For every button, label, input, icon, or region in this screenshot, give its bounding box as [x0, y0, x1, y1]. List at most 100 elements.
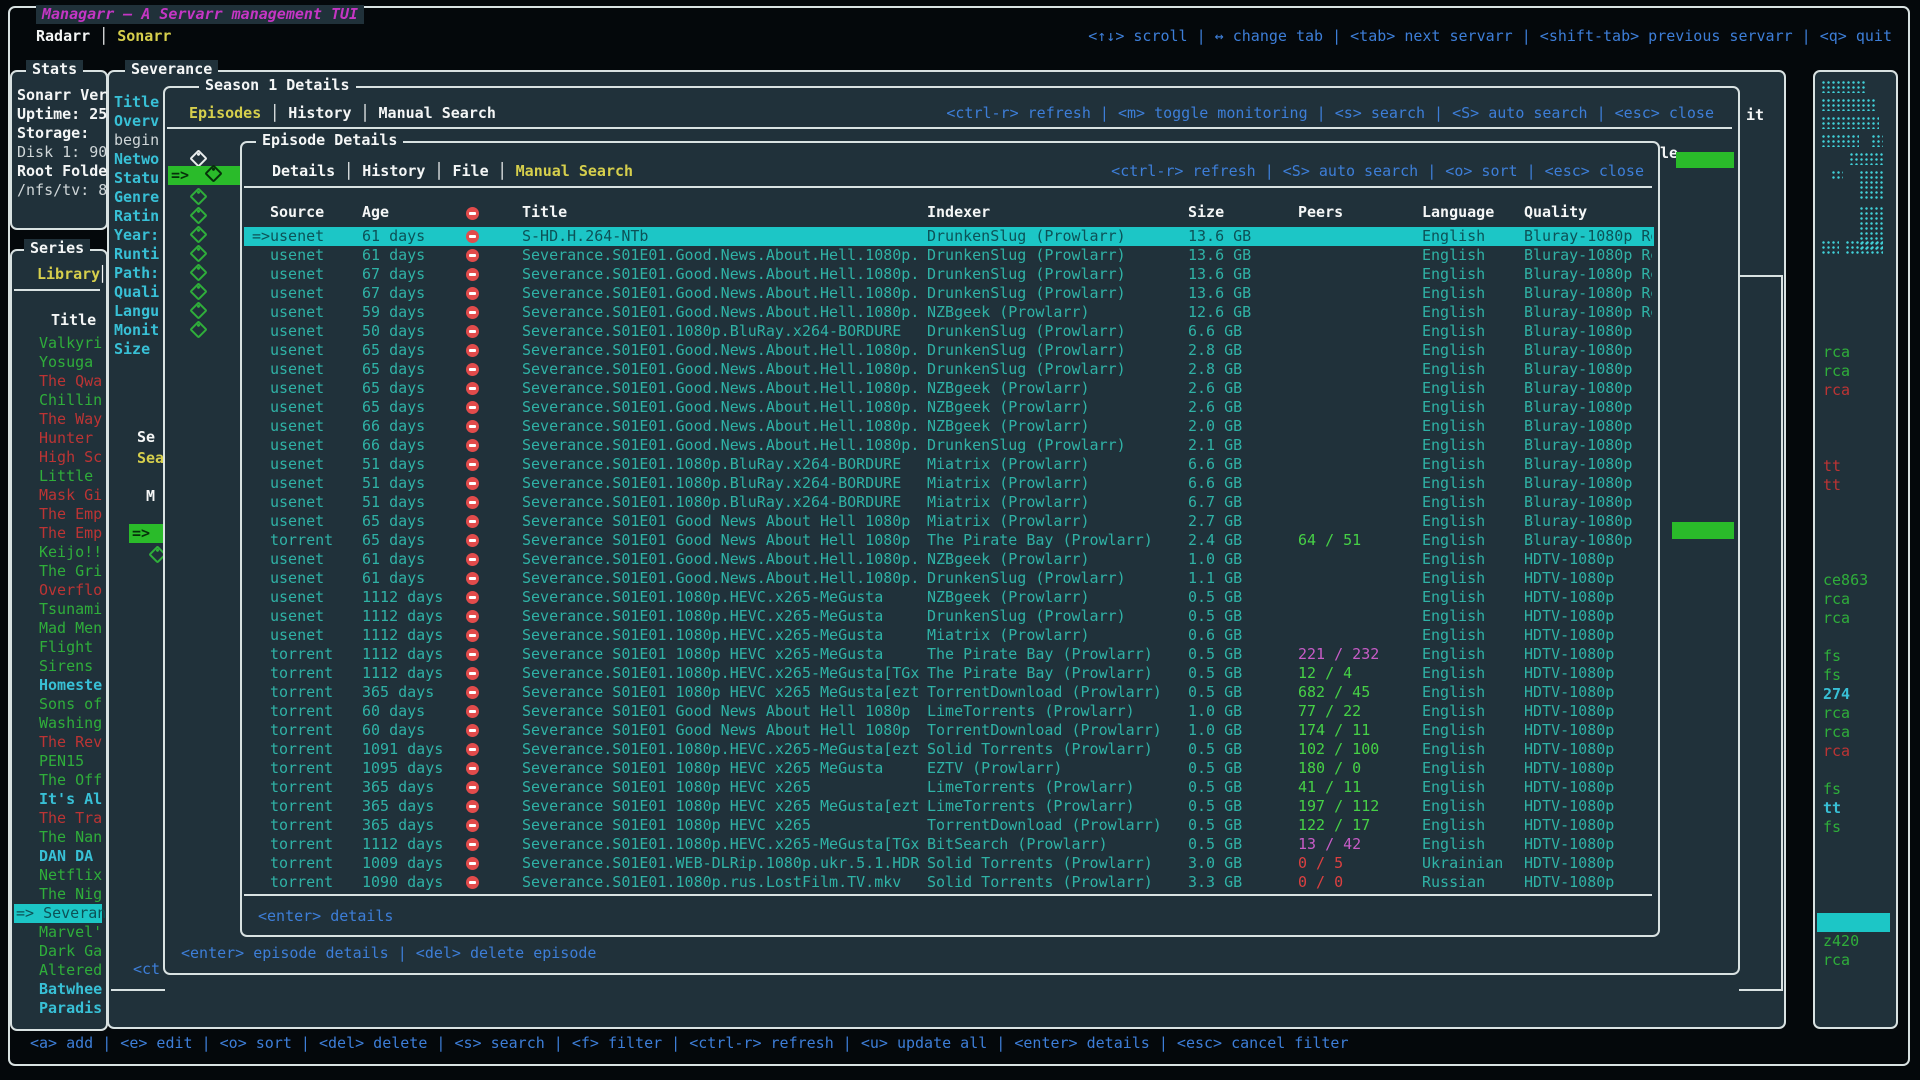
series-item[interactable]: The Way	[39, 410, 102, 429]
modal-tab-manual-search[interactable]: Manual Search	[516, 162, 633, 180]
release-row[interactable]: usenet51 daysSeverance.S01E01.1080p.BluR…	[244, 455, 1654, 474]
series-item[interactable]: Tsunami	[39, 600, 102, 619]
episode-row[interactable]	[192, 322, 205, 341]
tab-sonarr[interactable]: Sonarr	[117, 27, 171, 45]
release-row[interactable]: torrent1009 daysSeverance.S01E01.WEB-DLR…	[244, 854, 1654, 873]
release-row[interactable]: torrent65 daysSeverance S01E01 Good News…	[244, 531, 1654, 550]
release-row[interactable]: usenet67 daysSeverance.S01E01.Good.News.…	[244, 284, 1654, 303]
release-row[interactable]: torrent365 daysSeverance S01E01 1080p HE…	[244, 816, 1654, 835]
release-row[interactable]: usenet66 daysSeverance.S01E01.Good.News.…	[244, 417, 1654, 436]
release-row[interactable]: usenet61 daysSeverance.S01E01.Good.News.…	[244, 550, 1654, 569]
release-row[interactable]: torrent1090 daysSeverance.S01E01.1080p.r…	[244, 873, 1654, 892]
episode-row[interactable]	[192, 227, 205, 246]
series-item[interactable]: Dark Ga	[39, 942, 102, 961]
release-row[interactable]: usenet1112 daysSeverance.S01E01.1080p.HE…	[244, 588, 1654, 607]
series-detail-field-label: Year:	[114, 226, 164, 245]
series-item[interactable]: Chillin	[39, 391, 102, 410]
series-item[interactable]: Valkyri	[39, 334, 102, 353]
season-tab-episodes[interactable]: Episodes	[189, 104, 261, 122]
series-item[interactable]: Washing	[39, 714, 102, 733]
series-item[interactable]: Sirens	[39, 657, 93, 676]
rejected-icon	[466, 743, 479, 756]
release-row[interactable]: torrent365 daysSeverance S01E01 1080p HE…	[244, 797, 1654, 816]
release-row[interactable]: usenet67 daysSeverance.S01E01.Good.News.…	[244, 265, 1654, 284]
modal-tab-history[interactable]: History	[362, 162, 425, 180]
rejected-icon	[466, 819, 479, 832]
release-row[interactable]: usenet65 daysSeverance.S01E01.Good.News.…	[244, 379, 1654, 398]
series-item[interactable]: PEN15	[39, 752, 84, 771]
series-item[interactable]: Flight	[39, 638, 93, 657]
episode-row[interactable]	[192, 208, 205, 227]
series-item[interactable]: The Gri	[39, 562, 102, 581]
series-item[interactable]: High Sc	[39, 448, 102, 467]
release-language: English	[1422, 227, 1485, 246]
release-title: Severance S01E01 1080p HEVC x265 MeGusta	[522, 759, 920, 778]
series-item[interactable]: Marvel'	[39, 923, 102, 942]
episode-row[interactable]	[192, 284, 205, 303]
release-row[interactable]: usenet65 daysSeverance.S01E01.Good.News.…	[244, 398, 1654, 417]
release-title: Severance.S01E01.1080p.BluRay.x264-BORDU…	[522, 322, 920, 341]
season-tab-manual-search[interactable]: Manual Search	[379, 104, 496, 122]
series-item[interactable]: The Off	[39, 771, 102, 790]
release-row[interactable]: torrent1112 daysSeverance S01E01 1080p H…	[244, 645, 1654, 664]
series-item[interactable]: The Nig	[39, 885, 102, 904]
release-row[interactable]: torrent60 daysSeverance S01E01 Good News…	[244, 721, 1654, 740]
series-item[interactable]: The Emp	[39, 524, 102, 543]
episode-row-selected[interactable]: =>	[168, 166, 241, 185]
series-item[interactable]: Overflo	[39, 581, 102, 600]
release-row[interactable]: usenet65 daysSeverance.S01E01.Good.News.…	[244, 360, 1654, 379]
series-item[interactable]: Keijo!!	[39, 543, 102, 562]
release-row[interactable]: usenet61 daysSeverance.S01E01.Good.News.…	[244, 569, 1654, 588]
modal-tab-details[interactable]: Details	[272, 162, 335, 180]
release-row[interactable]: usenet1112 daysSeverance.S01E01.1080p.HE…	[244, 607, 1654, 626]
series-item[interactable]: Mad Men	[39, 619, 102, 638]
series-item[interactable]: The Nan	[39, 828, 102, 847]
release-row[interactable]: torrent365 daysSeverance S01E01 1080p HE…	[244, 683, 1654, 702]
release-row[interactable]: torrent1095 daysSeverance S01E01 1080p H…	[244, 759, 1654, 778]
release-row[interactable]: torrent1112 daysSeverance.S01E01.1080p.H…	[244, 664, 1654, 683]
release-row[interactable]: torrent1112 daysSeverance.S01E01.1080p.H…	[244, 835, 1654, 854]
series-item[interactable]: Homeste	[39, 676, 102, 695]
rejected-icon	[466, 800, 479, 813]
series-item[interactable]: The Rev	[39, 733, 102, 752]
tab-library[interactable]: Library	[37, 265, 100, 284]
release-indexer: Miatrix (Prowlarr)	[927, 474, 1090, 493]
series-item[interactable]: The Qwa	[39, 372, 102, 391]
episode-row[interactable]	[192, 189, 205, 208]
release-row[interactable]: usenet51 daysSeverance.S01E01.1080p.BluR…	[244, 493, 1654, 512]
release-row[interactable]: torrent365 daysSeverance S01E01 1080p HE…	[244, 778, 1654, 797]
series-item[interactable]: Little	[39, 467, 93, 486]
release-row[interactable]: torrent1091 daysSeverance.S01E01.1080p.H…	[244, 740, 1654, 759]
series-item[interactable]: Sons of	[39, 695, 102, 714]
series-item[interactable]: Hunter	[39, 429, 93, 448]
episode-row[interactable]	[192, 246, 205, 265]
series-item[interactable]: Paradis	[39, 999, 102, 1018]
release-row[interactable]: usenet1112 daysSeverance.S01E01.1080p.HE…	[244, 626, 1654, 645]
series-item[interactable]: Netflix	[39, 866, 102, 885]
release-row[interactable]: usenet66 daysSeverance.S01E01.Good.News.…	[244, 436, 1654, 455]
release-row-selected[interactable]: =>usenet61 daysS-HD.H.264-NTbDrunkenSlug…	[244, 227, 1654, 246]
season-tab-underline	[167, 127, 1732, 129]
release-row[interactable]: usenet59 daysSeverance.S01E01.Good.News.…	[244, 303, 1654, 322]
release-row[interactable]: usenet51 daysSeverance.S01E01.1080p.BluR…	[244, 474, 1654, 493]
release-row[interactable]: usenet61 daysSeverance.S01E01.Good.News.…	[244, 246, 1654, 265]
release-row[interactable]: usenet65 daysSeverance.S01E01.Good.News.…	[244, 341, 1654, 360]
series-item[interactable]: The Emp	[39, 505, 102, 524]
series-item[interactable]: DAN DA	[39, 847, 93, 866]
release-row[interactable]: usenet65 daysSeverance S01E01 Good News …	[244, 512, 1654, 531]
series-item[interactable]: Altered	[39, 961, 102, 980]
modal-tab-file[interactable]: File	[453, 162, 489, 180]
series-item[interactable]: Mask Gi	[39, 486, 102, 505]
release-row[interactable]: torrent60 daysSeverance S01E01 Good News…	[244, 702, 1654, 721]
series-item[interactable]: The Tra	[39, 809, 102, 828]
release-row[interactable]: usenet50 daysSeverance.S01E01.1080p.BluR…	[244, 322, 1654, 341]
episode-row[interactable]	[192, 265, 205, 284]
series-item[interactable]: Batwhee	[39, 980, 102, 999]
episode-row[interactable]	[192, 303, 205, 322]
season-tab-history[interactable]: History	[288, 104, 351, 122]
series-item-selected[interactable]: => Severan	[14, 904, 102, 923]
truncated-text-fragment: rca	[1823, 609, 1850, 628]
tab-radarr[interactable]: Radarr	[36, 27, 90, 45]
series-item[interactable]: It's Al	[39, 790, 102, 809]
series-item[interactable]: Yosuga	[39, 353, 93, 372]
